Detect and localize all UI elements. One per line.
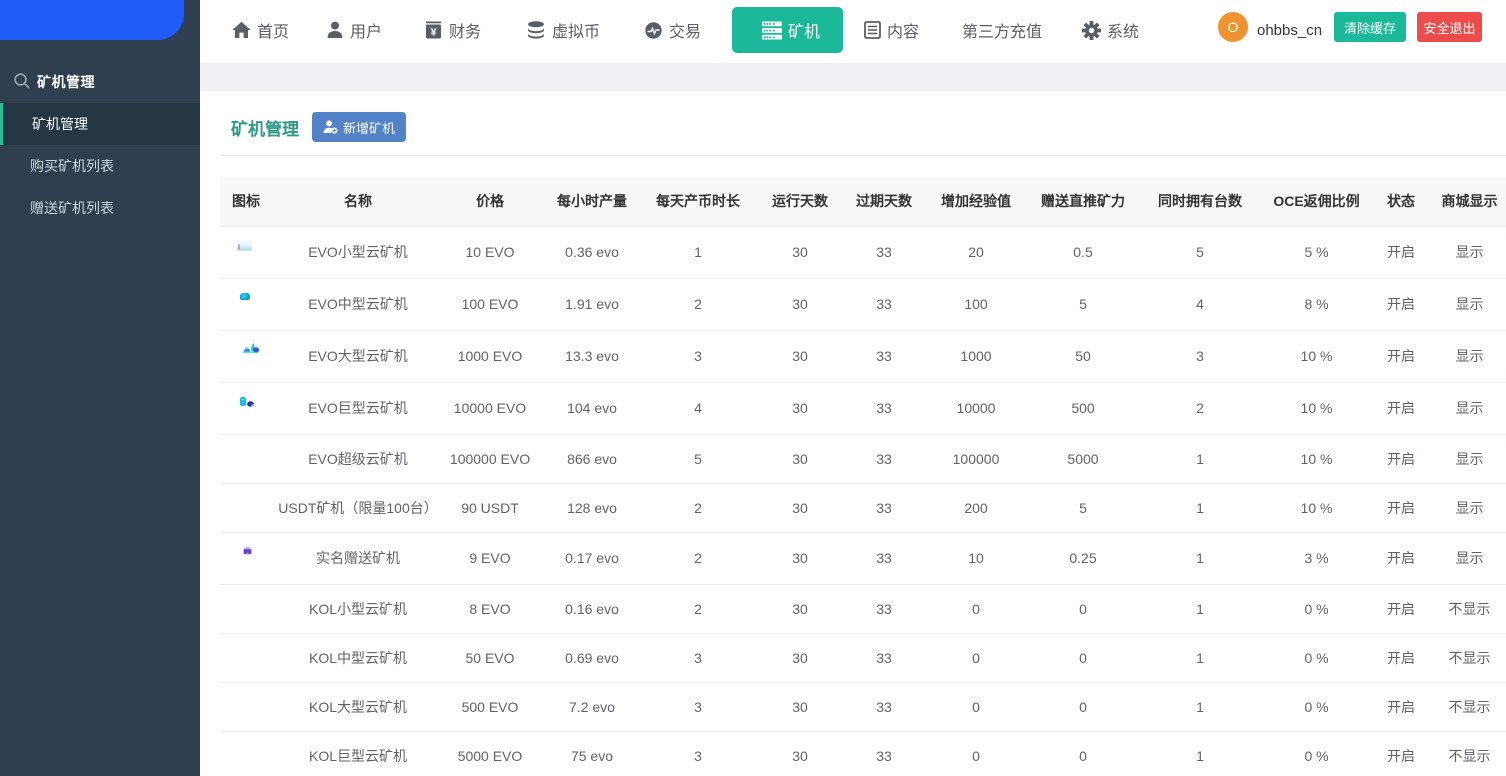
svg-text:¥: ¥ [430, 26, 437, 38]
